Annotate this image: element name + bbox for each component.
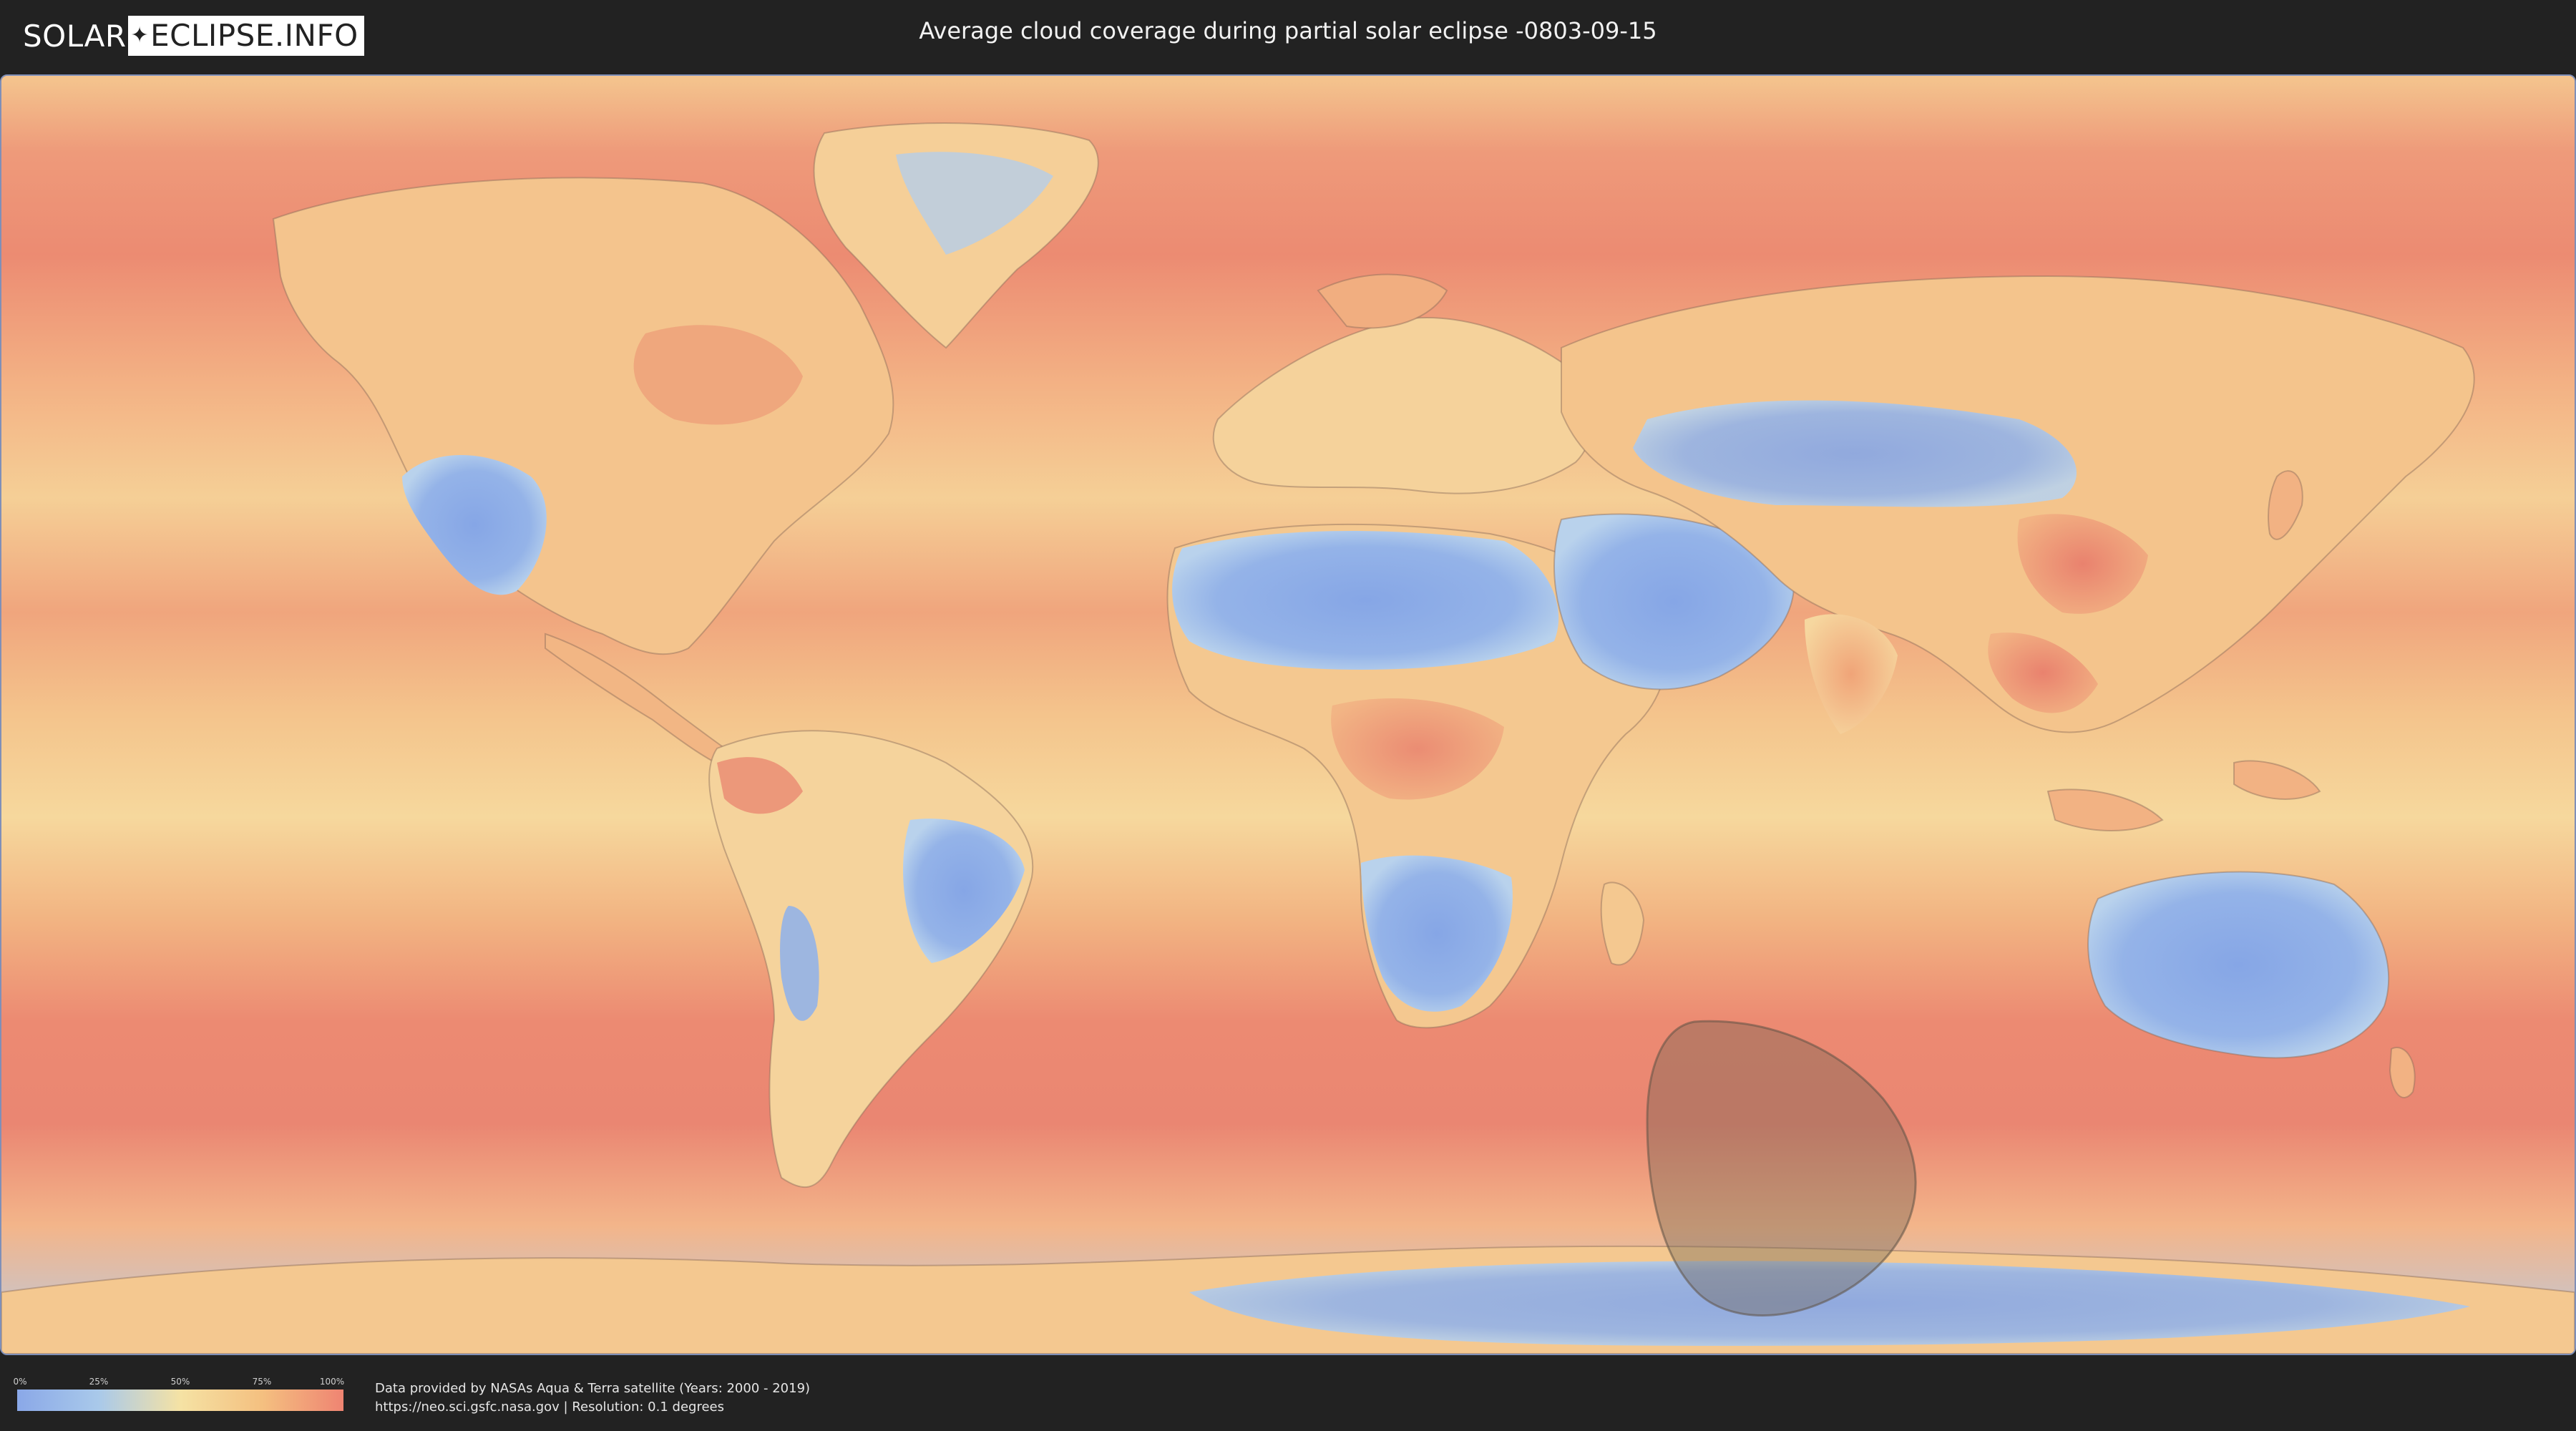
credits-line-url: https://neo.sci.gsfc.nasa.gov | Resoluti… [375, 1400, 724, 1415]
cloud-coverage-map[interactable] [0, 74, 2576, 1355]
legend-tick-25: 25% [89, 1377, 109, 1387]
header-bar: SOLAR ✦ ECLIPSE.INFO Average cloud covera… [0, 0, 2576, 72]
region-sahara-clear [1172, 531, 1559, 670]
legend-tick-100: 100% [319, 1377, 345, 1387]
footer-bar: 0% 25% 50% 75% 100% Data provided by NAS… [0, 1359, 2576, 1431]
page-title: Average cloud coverage during partial so… [919, 17, 1657, 44]
legend-tick-75: 75% [252, 1377, 272, 1387]
credits-line-source: Data provided by NASAs Aqua & Terra sate… [375, 1381, 811, 1396]
legend-tick-50: 50% [170, 1377, 190, 1387]
legend-ticks: 0% 25% 50% 75% 100% [13, 1377, 345, 1388]
legend-tick-0: 0% [13, 1377, 27, 1387]
map-canvas [1, 76, 2575, 1354]
data-credits: Data provided by NASAs Aqua & Terra sate… [375, 1379, 810, 1417]
cloud-coverage-legend: 0% 25% 50% 75% 100% [13, 1377, 345, 1411]
legend-color-bar [17, 1390, 343, 1411]
page: SOLAR ✦ ECLIPSE.INFO Average cloud covera… [0, 0, 2576, 1431]
